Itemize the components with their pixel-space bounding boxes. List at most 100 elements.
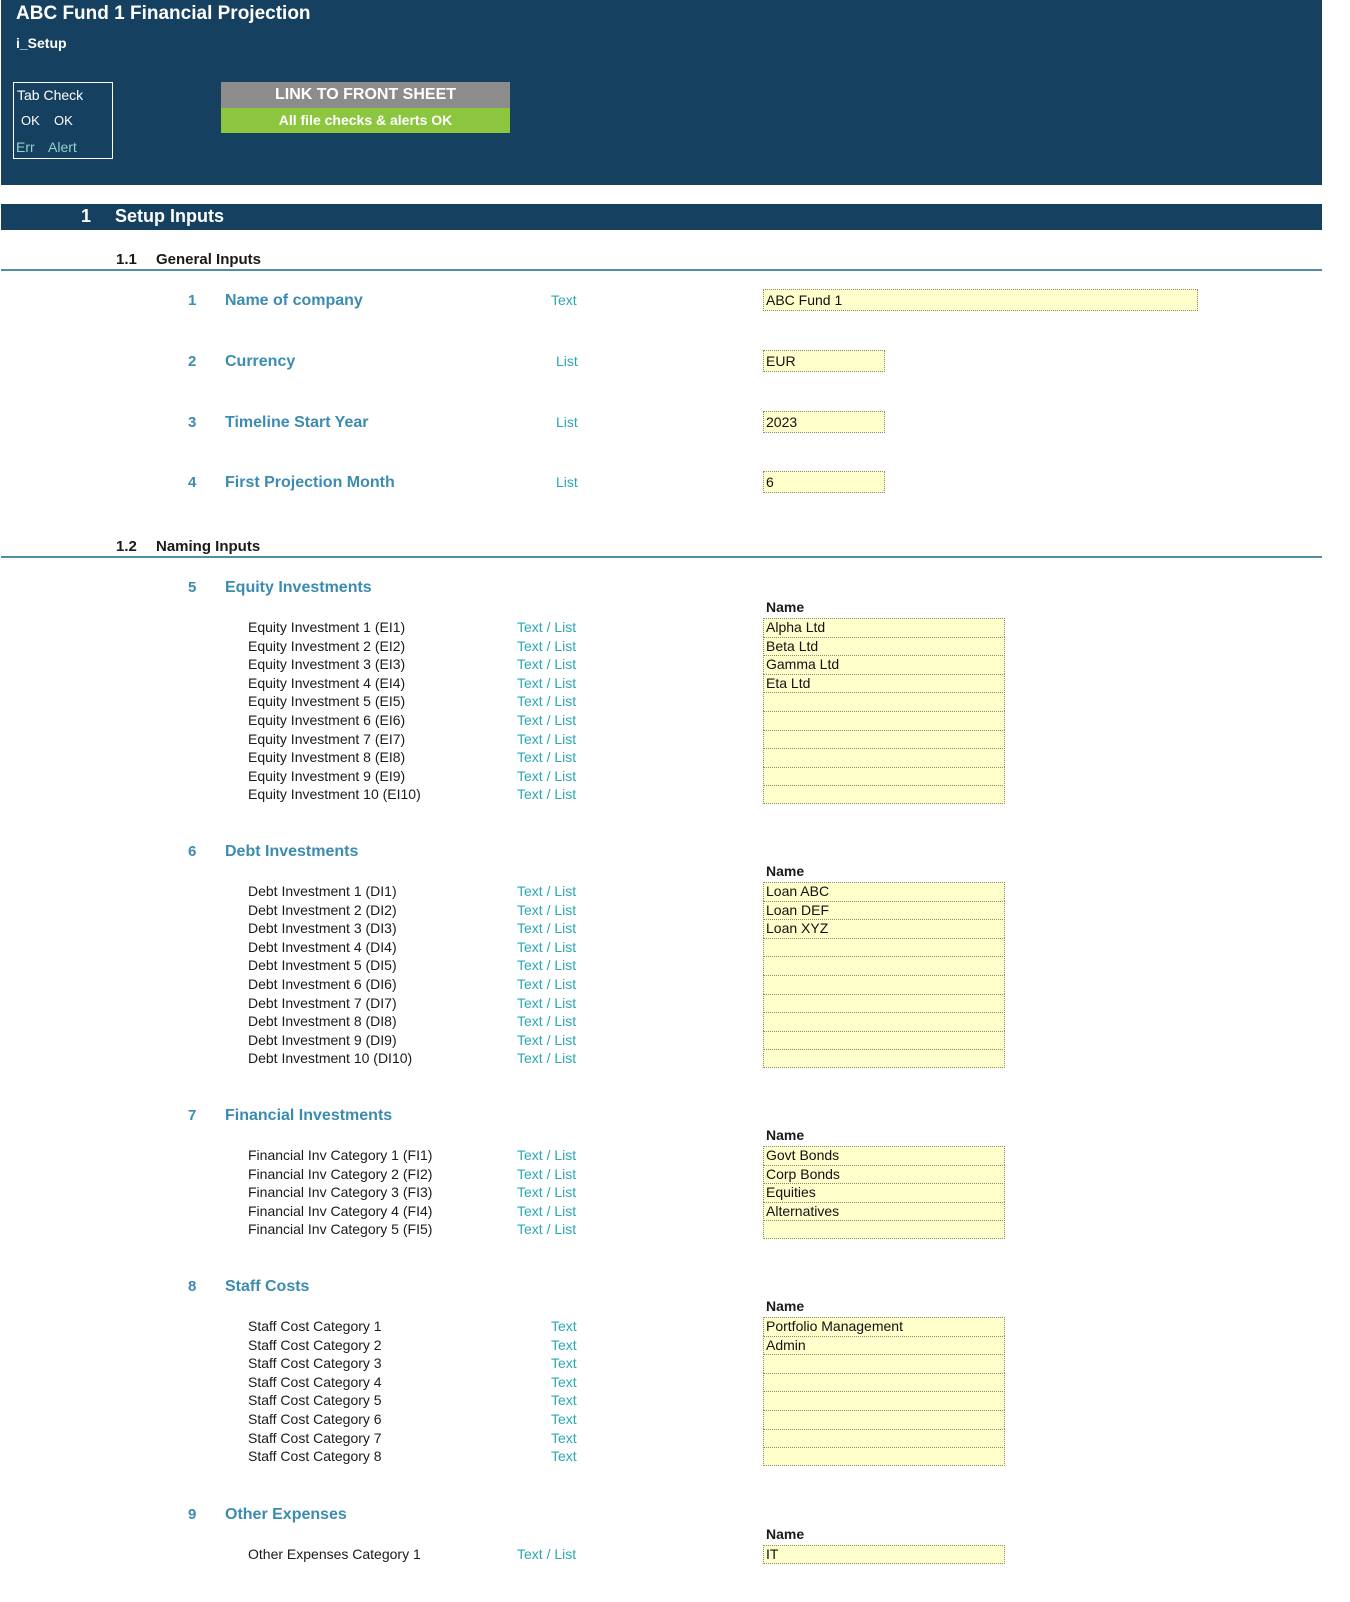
- subsection-divider: [1, 269, 1322, 271]
- name-input-cell[interactable]: [763, 1220, 1005, 1239]
- group-number: 9: [188, 1506, 197, 1523]
- row-label: Staff Cost Category 3: [248, 1355, 382, 1371]
- row-label: Equity Investment 4 (EI4): [248, 675, 406, 691]
- name-input-cell[interactable]: [763, 1447, 1005, 1466]
- name-input-cell[interactable]: [763, 1429, 1005, 1448]
- currency-select[interactable]: EUR: [763, 350, 885, 372]
- name-input-cell[interactable]: [763, 711, 1005, 730]
- row-label: Equity Investment 9 (EI9): [248, 768, 406, 784]
- name-input-cell[interactable]: Corp Bonds: [763, 1165, 1005, 1184]
- subsection-divider: [1, 556, 1322, 558]
- row-type: Text / List: [517, 1032, 577, 1048]
- row-type: Text / List: [517, 1050, 577, 1066]
- name-input-cell[interactable]: [763, 1031, 1005, 1050]
- name-input-cell[interactable]: IT: [763, 1545, 1005, 1564]
- name-input-cell[interactable]: [763, 692, 1005, 711]
- name-input-cell[interactable]: [763, 1049, 1005, 1068]
- start-year-select[interactable]: 2023: [763, 411, 885, 433]
- name-input-cell[interactable]: [763, 956, 1005, 975]
- input-number: 3: [188, 414, 197, 431]
- input-type: List: [556, 414, 578, 430]
- subsection-number-general: 1.1: [116, 251, 137, 268]
- group-title: Other Expenses: [225, 1506, 347, 1523]
- row-label: Equity Investment 2 (EI2): [248, 638, 406, 654]
- name-input-cell[interactable]: Govt Bonds: [763, 1146, 1005, 1165]
- name-input-cell[interactable]: Loan DEF: [763, 901, 1005, 920]
- input-label-first-month: First Projection Month: [225, 474, 395, 491]
- page-title: ABC Fund 1 Financial Projection: [16, 3, 311, 24]
- row-type: Text / List: [517, 786, 577, 802]
- row-type: Text: [551, 1392, 577, 1408]
- row-type: Text / List: [517, 883, 577, 899]
- name-input-cell[interactable]: Admin: [763, 1336, 1005, 1355]
- row-type: Text / List: [517, 656, 577, 672]
- name-input-cell[interactable]: [763, 1391, 1005, 1410]
- row-type: Text / List: [517, 1203, 577, 1219]
- row-label: Financial Inv Category 5 (FI5): [248, 1221, 433, 1237]
- name-input-cell[interactable]: [763, 1373, 1005, 1392]
- row-type: Text: [551, 1337, 577, 1353]
- group-number: 8: [188, 1278, 197, 1295]
- row-label: Equity Investment 6 (EI6): [248, 712, 406, 728]
- name-input-cell[interactable]: [763, 1410, 1005, 1429]
- row-type: Text: [551, 1448, 577, 1464]
- row-label: Equity Investment 8 (EI8): [248, 749, 406, 765]
- input-type: List: [556, 353, 578, 369]
- name-input-cell[interactable]: [763, 994, 1005, 1013]
- group-title: Debt Investments: [225, 843, 359, 860]
- name-input-cell[interactable]: [763, 1012, 1005, 1031]
- link-to-front-sheet-button[interactable]: LINK TO FRONT SHEET: [221, 82, 510, 108]
- input-number: 1: [188, 292, 197, 309]
- name-input-cell[interactable]: Eta Ltd: [763, 674, 1005, 693]
- name-input-cell[interactable]: [763, 785, 1005, 804]
- row-type: Text / List: [517, 675, 577, 691]
- row-label: Equity Investment 5 (EI5): [248, 693, 406, 709]
- name-input-cell[interactable]: Loan XYZ: [763, 919, 1005, 938]
- row-type: Text: [551, 1355, 577, 1371]
- row-label: Financial Inv Category 2 (FI2): [248, 1166, 433, 1182]
- input-type: Text: [551, 292, 577, 308]
- name-input-cell[interactable]: [763, 748, 1005, 767]
- row-label: Debt Investment 6 (DI6): [248, 976, 397, 992]
- row-type: Text / List: [517, 1147, 577, 1163]
- name-input-cell[interactable]: [763, 767, 1005, 786]
- group-number: 7: [188, 1107, 197, 1124]
- row-label: Debt Investment 7 (DI7): [248, 995, 397, 1011]
- row-label: Debt Investment 4 (DI4): [248, 939, 397, 955]
- input-number: 2: [188, 353, 197, 370]
- first-month-select[interactable]: 6: [763, 471, 885, 493]
- row-label: Staff Cost Category 7: [248, 1430, 382, 1446]
- row-type: Text / List: [517, 1221, 577, 1237]
- name-input-cell[interactable]: Portfolio Management: [763, 1317, 1005, 1336]
- row-type: Text / List: [517, 939, 577, 955]
- row-type: Text: [551, 1318, 577, 1334]
- input-label-currency: Currency: [225, 353, 296, 370]
- name-input-cell[interactable]: [763, 975, 1005, 994]
- name-input-cell[interactable]: [763, 1354, 1005, 1373]
- input-type: List: [556, 474, 578, 490]
- input-label-company-name: Name of company: [225, 292, 363, 309]
- company-name-input[interactable]: ABC Fund 1: [763, 289, 1198, 311]
- name-input-cell[interactable]: [763, 938, 1005, 957]
- name-input-cell[interactable]: [763, 730, 1005, 749]
- row-type: Text / List: [517, 957, 577, 973]
- row-type: Text / List: [517, 749, 577, 765]
- tab-check-err: Err: [16, 139, 35, 155]
- row-label: Debt Investment 8 (DI8): [248, 1013, 397, 1029]
- name-input-cell[interactable]: Alpha Ltd: [763, 618, 1005, 637]
- name-input-cell[interactable]: Loan ABC: [763, 882, 1005, 901]
- row-label: Debt Investment 2 (DI2): [248, 902, 397, 918]
- row-label: Financial Inv Category 3 (FI3): [248, 1184, 433, 1200]
- name-input-cell[interactable]: Gamma Ltd: [763, 655, 1005, 674]
- row-label: Debt Investment 9 (DI9): [248, 1032, 397, 1048]
- row-label: Staff Cost Category 2: [248, 1337, 382, 1353]
- name-input-cell[interactable]: Equities: [763, 1183, 1005, 1202]
- row-type: Text: [551, 1430, 577, 1446]
- row-type: Text / List: [517, 1166, 577, 1182]
- sheet-name: i_Setup: [16, 35, 67, 51]
- group-title: Staff Costs: [225, 1278, 310, 1295]
- name-input-cell[interactable]: Beta Ltd: [763, 637, 1005, 656]
- row-label: Debt Investment 1 (DI1): [248, 883, 397, 899]
- name-input-cell[interactable]: Alternatives: [763, 1202, 1005, 1221]
- row-label: Staff Cost Category 1: [248, 1318, 382, 1334]
